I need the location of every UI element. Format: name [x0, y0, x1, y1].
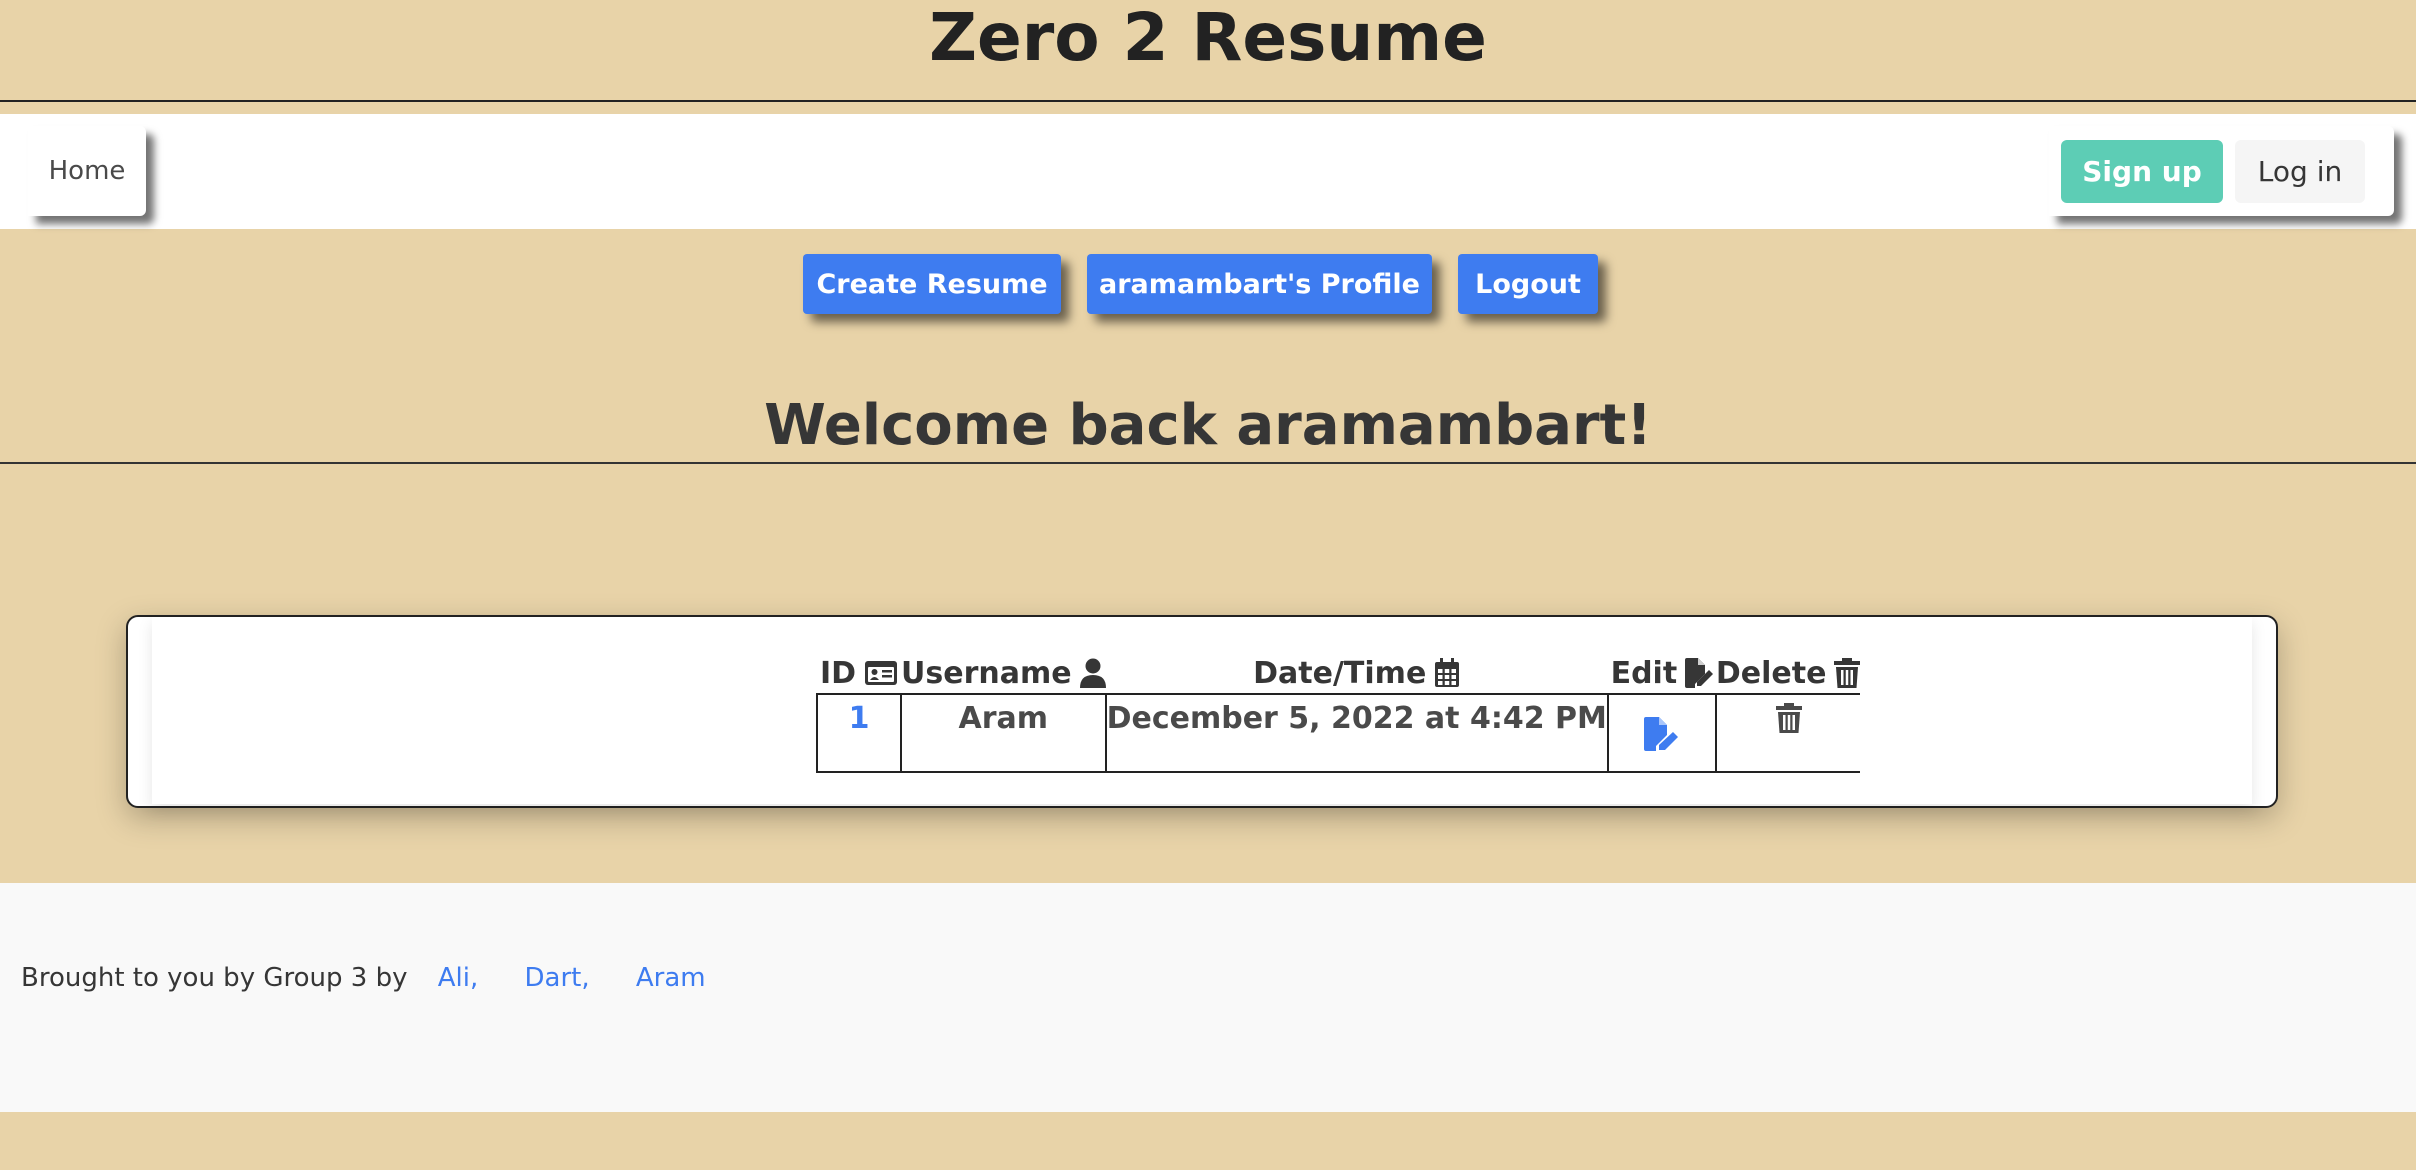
site-header: Zero 2 Resume: [0, 0, 2416, 102]
resume-card: ID Username Date/Time Edit Delete 1 Aram…: [126, 615, 2278, 808]
welcome-heading: Welcome back aramambart!: [764, 393, 1652, 458]
header-id-label: ID: [819, 655, 857, 691]
table-header-row: ID Username Date/Time Edit Delete: [817, 653, 1861, 695]
action-buttons: Create Resume aramambart's Profile Logou…: [0, 254, 2416, 314]
resume-table: ID Username Date/Time Edit Delete 1 Aram…: [816, 653, 1861, 773]
trash-icon: [1834, 658, 1861, 688]
calendar-icon: [1435, 658, 1460, 687]
edit-resume-icon[interactable]: [1643, 717, 1680, 751]
row-datetime: December 5, 2022 at 4:42 PM: [1106, 701, 1607, 736]
footer-link-ali[interactable]: Ali,: [438, 963, 479, 993]
header-username-label: Username: [901, 655, 1072, 691]
footer-text: Brought to you by Group 3 by: [21, 963, 408, 993]
footer-link-dart[interactable]: Dart,: [525, 963, 590, 993]
footer: Brought to you by Group 3 by Ali, Dart, …: [0, 883, 2416, 1112]
header-datetime: Date/Time: [1105, 653, 1608, 695]
site-title: Zero 2 Resume: [929, 0, 1487, 76]
create-resume-button[interactable]: Create Resume: [803, 254, 1061, 314]
navbar: Home Sign up Log in: [0, 114, 2416, 229]
header-username: Username: [901, 653, 1106, 695]
row-datetime-cell: December 5, 2022 at 4:42 PM: [1105, 694, 1609, 773]
table-row: 1 Aram December 5, 2022 at 4:42 PM: [816, 694, 1861, 773]
header-id: ID: [817, 653, 901, 695]
header-edit-label: Edit: [1610, 655, 1678, 691]
footer-credits: Brought to you by Group 3 by Ali, Dart, …: [21, 963, 706, 993]
header-delete-label: Delete: [1715, 655, 1827, 691]
row-edit-cell: [1607, 694, 1717, 773]
resume-card-inner: ID Username Date/Time Edit Delete 1 Aram…: [152, 617, 2252, 804]
row-delete-cell: [1715, 694, 1861, 773]
nav-home-link[interactable]: Home: [28, 126, 146, 216]
file-pen-icon: [1685, 658, 1714, 688]
signup-button[interactable]: Sign up: [2061, 140, 2223, 203]
id-card-icon: [865, 661, 898, 685]
row-id-cell: 1: [816, 694, 902, 773]
user-icon: [1079, 658, 1106, 688]
row-username: Aram: [958, 701, 1049, 736]
header-datetime-label: Date/Time: [1253, 655, 1427, 691]
header-edit: Edit: [1607, 653, 1716, 695]
footer-link-aram[interactable]: Aram: [636, 963, 706, 993]
row-username-cell: Aram: [901, 694, 1107, 773]
welcome-section: Welcome back aramambart!: [0, 390, 2416, 464]
delete-resume-icon[interactable]: [1775, 703, 1802, 733]
profile-button[interactable]: aramambart's Profile: [1087, 254, 1432, 314]
nav-auth-group: Sign up Log in: [2049, 126, 2394, 216]
header-delete: Delete: [1715, 653, 1861, 695]
login-button[interactable]: Log in: [2235, 140, 2365, 203]
logout-button[interactable]: Logout: [1458, 254, 1598, 314]
row-id-link[interactable]: 1: [818, 695, 900, 736]
